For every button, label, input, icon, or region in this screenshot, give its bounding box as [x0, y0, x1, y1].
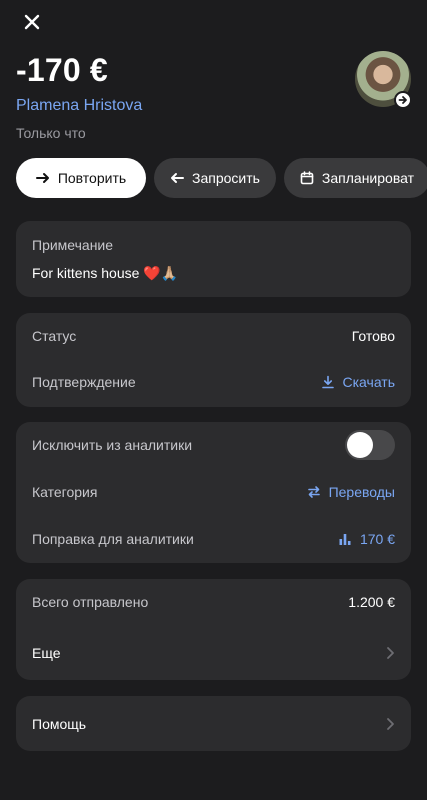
transaction-time: Только что — [16, 125, 86, 141]
bar-chart-icon — [339, 534, 351, 545]
adjustment-button[interactable]: 170 € — [338, 531, 395, 547]
download-button[interactable]: Скачать — [321, 374, 396, 390]
status-card: Статус Готово Подтверждение Скачать — [16, 313, 411, 407]
chevron-right-icon — [387, 718, 394, 730]
adjustment-label: Поправка для аналитики — [32, 531, 194, 547]
note-card: Примечание For kittens house ❤️🙏🏼 — [16, 221, 411, 297]
close-button[interactable] — [14, 8, 50, 36]
more-label: Еще — [32, 645, 61, 661]
category-label: Категория — [32, 484, 98, 500]
category-row: Категория Переводы — [32, 480, 395, 504]
note-label: Примечание — [32, 237, 114, 253]
arrow-right-icon — [35, 173, 49, 183]
calendar-icon — [300, 171, 314, 185]
arrow-left-icon — [171, 173, 184, 183]
note-text: For kittens house ❤️🙏🏼 — [32, 265, 179, 281]
confirmation-row: Подтверждение Скачать — [32, 370, 395, 394]
status-value: Готово — [351, 328, 395, 344]
adjustment-value: 170 € — [359, 531, 395, 547]
more-row[interactable]: Еще — [32, 641, 395, 665]
adjustment-row: Поправка для аналитики 170 € — [32, 527, 395, 551]
exclude-analytics-toggle[interactable] — [345, 430, 395, 460]
status-label: Статус — [32, 328, 77, 344]
total-label: Всего отправлено — [32, 594, 149, 610]
request-button[interactable]: Запросить — [154, 158, 276, 198]
help-row: Помощь — [32, 712, 395, 736]
category-button[interactable]: Переводы — [307, 484, 395, 500]
total-card: Всего отправлено 1.200 € Еще — [16, 579, 411, 680]
exclude-label: Исключить из аналитики — [32, 437, 193, 453]
confirmation-label: Подтверждение — [32, 374, 136, 390]
total-row: Всего отправлено 1.200 € — [32, 590, 395, 614]
help-card[interactable]: Помощь — [16, 696, 411, 751]
transfer-arrows-icon — [307, 486, 320, 498]
download-label: Скачать — [342, 374, 396, 390]
help-label: Помощь — [32, 716, 87, 732]
repeat-button[interactable]: Повторить — [16, 158, 146, 198]
action-buttons: Повторить Запросить Запланироват — [16, 158, 427, 198]
chevron-right-icon — [387, 647, 394, 659]
schedule-button[interactable]: Запланироват — [283, 158, 427, 198]
status-row: Статус Готово — [32, 324, 395, 348]
schedule-label: Запланироват — [321, 170, 414, 186]
arrow-right-icon — [394, 91, 412, 109]
toggle-knob — [347, 432, 373, 458]
transaction-amount: -170 € — [16, 52, 108, 88]
repeat-label: Повторить — [57, 170, 127, 186]
category-value: Переводы — [328, 484, 395, 500]
analytics-card: Исключить из аналитики Категория Перевод… — [16, 422, 411, 563]
request-label: Запросить — [192, 170, 260, 186]
close-icon — [24, 14, 40, 30]
download-icon — [321, 375, 334, 389]
total-value: 1.200 € — [348, 594, 395, 610]
payee-name[interactable]: Plamena Hristova — [16, 97, 142, 115]
exclude-row: Исключить из аналитики — [32, 430, 395, 460]
